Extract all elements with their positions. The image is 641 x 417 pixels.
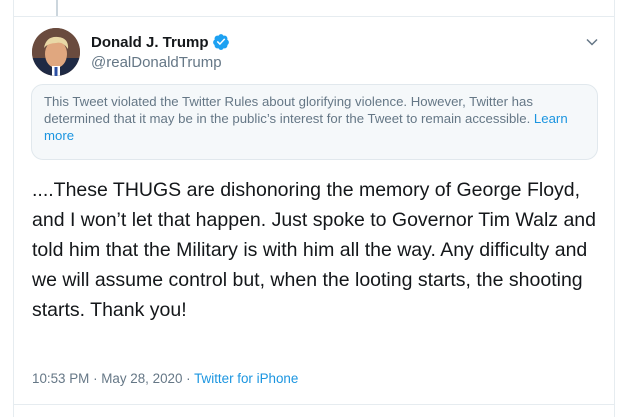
author-display-name[interactable]: Donald J. Trump <box>91 34 209 51</box>
thread-connector-line <box>56 0 58 16</box>
timeline-border-right <box>614 0 615 417</box>
tweet-time[interactable]: 10:53 PM <box>32 371 89 386</box>
tweet-source[interactable]: Twitter for iPhone <box>194 371 298 386</box>
tweet-text: ....These THUGS are dishonoring the memo… <box>32 179 596 321</box>
avatar[interactable] <box>32 28 80 76</box>
author-handle[interactable]: @realDonaldTrump <box>91 54 222 71</box>
chevron-down-icon[interactable] <box>583 33 601 51</box>
divider <box>13 404 614 405</box>
separator-dot: · <box>93 371 98 386</box>
violation-notice: This Tweet violated the Twitter Rules ab… <box>31 84 598 160</box>
violation-notice-text: This Tweet violated the Twitter Rules ab… <box>44 94 533 126</box>
verified-badge-icon <box>212 33 230 51</box>
author-name-row: Donald J. Trump <box>91 33 230 51</box>
tweet-date[interactable]: May 28, 2020 <box>101 371 182 386</box>
tweet-metadata: 10:53 PM · May 28, 2020 · Twitter for iP… <box>32 371 298 386</box>
divider <box>13 16 614 17</box>
avatar-image <box>32 28 80 76</box>
timeline-border-left <box>13 0 14 417</box>
separator-dot: · <box>186 371 191 386</box>
